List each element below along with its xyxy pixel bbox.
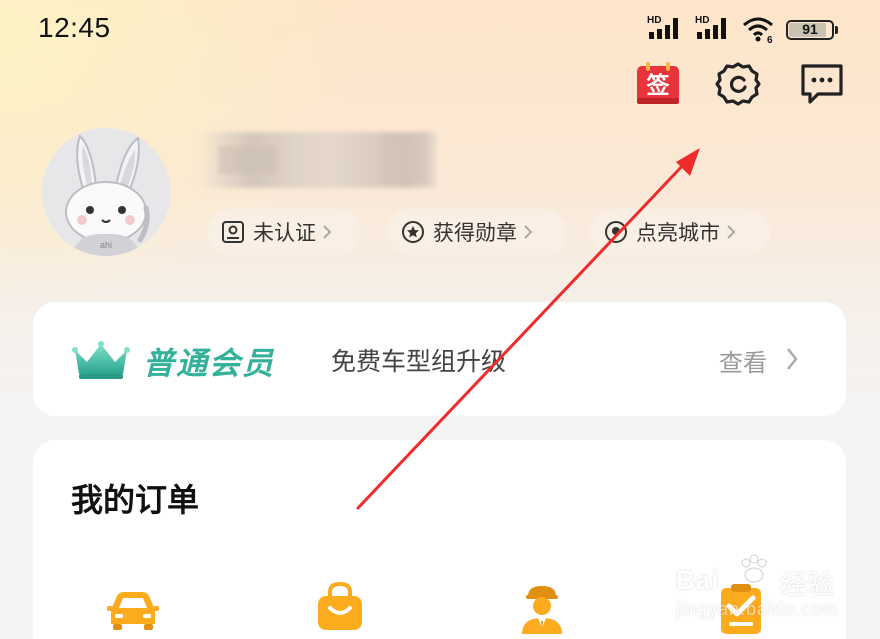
- chevron-right-icon: [524, 225, 533, 239]
- username-redacted: [200, 132, 436, 188]
- status-bar: 12:45 HD HD 6 91: [0, 0, 880, 60]
- watermark-brand: Bai: [676, 565, 720, 595]
- battery-level: 91: [802, 21, 818, 37]
- medal-chip[interactable]: 获得勋章: [387, 209, 567, 255]
- chevron-right-icon: [787, 348, 798, 370]
- cellular-signal-2-icon: HD: [695, 15, 726, 39]
- crown-icon: [72, 341, 130, 379]
- wifi-icon: 6: [743, 17, 773, 44]
- chauffeur-icon[interactable]: [514, 580, 570, 636]
- settings-gear-icon[interactable]: [714, 60, 762, 108]
- battery-icon: 91: [786, 20, 838, 40]
- chevron-right-icon: [727, 225, 736, 239]
- car-icon[interactable]: [105, 580, 161, 636]
- wifi-badge: 6: [767, 35, 773, 44]
- membership-subtitle: 免费车型组升级: [331, 347, 507, 376]
- city-chip[interactable]: 点亮城市: [590, 209, 770, 255]
- watermark: Bai 经验 jingyan.baidu.com: [676, 553, 846, 633]
- signal-hd-label: HD: [647, 15, 661, 26]
- signal-hd-label: HD: [695, 15, 709, 26]
- sign-in-glyph: 签: [646, 72, 671, 99]
- id-card-icon: [222, 221, 244, 243]
- location-pin-icon: [605, 221, 627, 243]
- watermark-url: jingyan.baidu.com: [676, 599, 839, 619]
- chip-label: 点亮城市: [636, 221, 720, 245]
- watermark-brand-tail: 经验: [780, 570, 834, 601]
- avatar[interactable]: ahi: [42, 128, 170, 256]
- orders-title: 我的订单: [71, 481, 200, 519]
- medal-icon: [402, 221, 424, 243]
- cellular-signal-icon: HD: [647, 15, 678, 39]
- chip-label: 获得勋章: [433, 221, 517, 245]
- avatar-text: ahi: [100, 240, 112, 250]
- verification-chip[interactable]: 未认证: [207, 209, 361, 255]
- status-time: 12:45: [38, 12, 111, 43]
- membership-title: 普通会员: [143, 346, 275, 382]
- paw-icon: [741, 554, 767, 583]
- membership-view-link[interactable]: 查看: [719, 343, 767, 378]
- message-bubble-icon[interactable]: [798, 60, 846, 108]
- chevron-right-icon: [323, 225, 332, 239]
- shopping-bag-icon[interactable]: [312, 580, 368, 636]
- membership-card[interactable]: 普通会员 免费车型组升级 查看: [33, 302, 846, 416]
- rabbit-avatar-icon: ahi: [42, 128, 170, 256]
- sign-in-calendar-icon[interactable]: 签: [634, 60, 682, 108]
- chip-label: 未认证: [253, 221, 316, 245]
